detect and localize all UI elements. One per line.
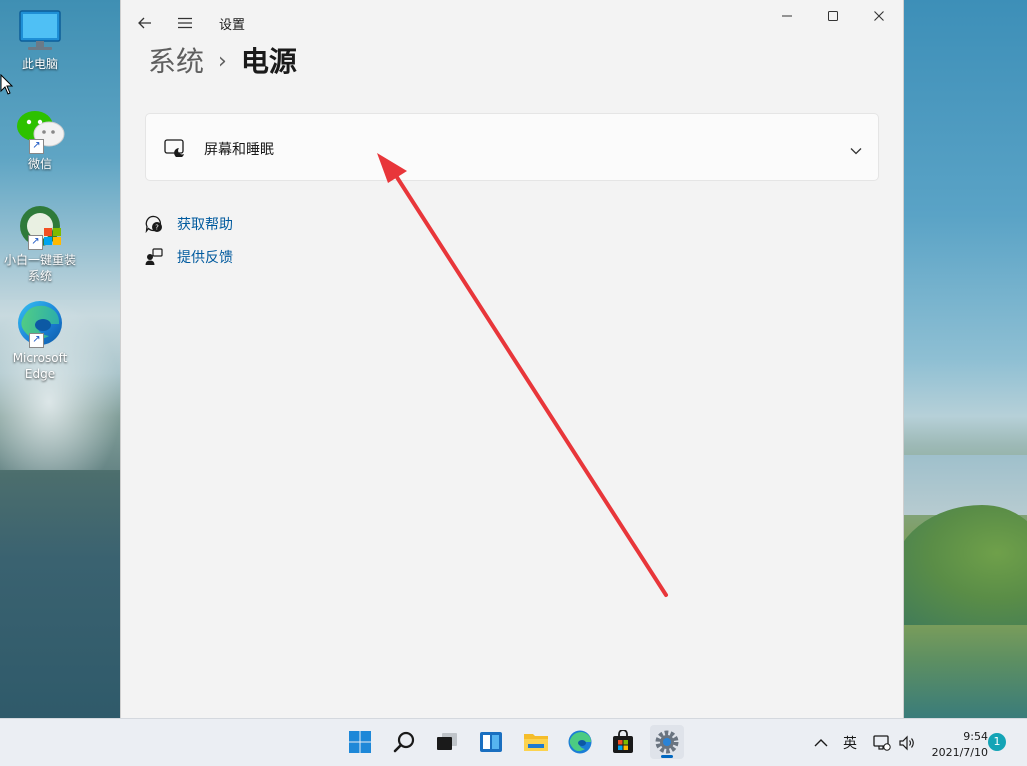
close-button[interactable] — [856, 0, 902, 32]
xiaobai-installer-icon: ↗ — [16, 204, 64, 250]
maximize-button[interactable] — [810, 0, 856, 32]
shortcut-arrow-icon: ↗ — [28, 235, 43, 250]
notification-badge[interactable]: 1 — [988, 733, 1006, 751]
widgets-icon — [480, 732, 502, 752]
get-help-link[interactable]: 获取帮助 — [177, 214, 233, 234]
taskbar: 英 9:54 2021/7/10 — [0, 718, 1027, 766]
clock-time: 9:54 — [963, 730, 988, 743]
settings-taskbar-button[interactable] — [650, 725, 684, 759]
feedback-link[interactable]: 提供反馈 — [177, 247, 233, 267]
desktop-icon-wechat[interactable]: ↗ 微信 — [0, 106, 80, 172]
store-button[interactable] — [606, 725, 640, 759]
back-arrow-icon — [138, 17, 151, 29]
widgets-button[interactable] — [474, 725, 508, 759]
hamburger-menu-icon — [178, 17, 192, 29]
maximize-icon — [828, 11, 838, 21]
shortcut-arrow-icon: ↗ — [29, 333, 44, 348]
mouse-cursor-icon — [0, 73, 14, 100]
breadcrumb-parent-link[interactable]: 系统 — [148, 45, 204, 78]
wechat-icon: ↗ — [15, 106, 65, 154]
volume-button[interactable] — [899, 719, 917, 766]
network-button[interactable] — [873, 719, 893, 766]
svg-text:?: ? — [155, 224, 159, 232]
edge-icon: ↗ — [15, 298, 65, 348]
desktop-icon-label-line2: Edge — [24, 367, 56, 381]
search-icon — [393, 731, 415, 753]
feedback-link-row[interactable]: 提供反馈 — [145, 246, 233, 268]
close-icon — [874, 11, 884, 21]
minimize-button[interactable] — [764, 0, 810, 32]
start-button[interactable] — [343, 725, 377, 759]
clock[interactable]: 9:54 2021/7/10 — [924, 729, 988, 761]
file-explorer-icon — [524, 734, 548, 751]
help-chat-icon: ? — [145, 215, 162, 233]
search-button[interactable] — [387, 725, 421, 759]
task-view-icon — [437, 733, 457, 750]
minimize-icon — [782, 15, 792, 17]
network-icon — [873, 734, 891, 751]
input-method-indicator[interactable]: 英 — [843, 719, 857, 766]
file-explorer-button[interactable] — [519, 725, 553, 759]
screen-sleep-icon — [164, 139, 186, 161]
card-label: 屏幕和睡眠 — [204, 142, 274, 158]
desktop-icon-label-line1: Microsoft — [12, 351, 68, 365]
store-icon — [613, 730, 633, 753]
ime-label: 英 — [843, 735, 857, 752]
settings-icon — [655, 730, 679, 754]
shortcut-arrow-icon: ↗ — [29, 139, 44, 154]
volume-icon — [899, 735, 914, 750]
page-title: 电源 — [240, 45, 297, 78]
chevron-up-icon — [814, 738, 828, 746]
breadcrumb: 系统 › 电源 — [148, 42, 297, 85]
settings-window: 设置 系统 › 电源 屏幕和睡眠 ? 获取帮助 提供反馈 — [120, 0, 904, 718]
feedback-icon — [145, 248, 163, 265]
desktop-icon-label: 微信 — [27, 157, 52, 171]
window-title: 设置 — [219, 18, 246, 33]
desktop-icon-edge[interactable]: ↗ Microsoft Edge — [0, 298, 80, 382]
desktop-icon-label-line2: 系统 — [27, 269, 52, 283]
back-button[interactable] — [133, 9, 157, 37]
title-bar[interactable]: 设置 — [121, 0, 903, 40]
edge-icon — [568, 730, 592, 754]
chevron-down-icon[interactable] — [850, 140, 862, 159]
tray-overflow-button[interactable] — [814, 719, 832, 766]
clock-date: 2021/7/10 — [931, 746, 988, 759]
nav-menu-button[interactable] — [171, 9, 199, 37]
get-help-link-row[interactable]: ? 获取帮助 — [145, 213, 233, 235]
edge-taskbar-button[interactable] — [563, 725, 597, 759]
computer-icon — [18, 8, 62, 54]
desktop-icon-label: 此电脑 — [21, 57, 58, 71]
breadcrumb-separator: › — [218, 49, 227, 74]
task-view-button[interactable] — [430, 725, 464, 759]
desktop-icon-this-pc[interactable]: 此电脑 — [0, 8, 80, 72]
desktop-icon-label-line1: 小白一键重装 — [3, 253, 76, 267]
desktop-icon-xiaobai[interactable]: ↗ 小白一键重装 系统 — [0, 204, 80, 284]
start-icon — [349, 731, 371, 753]
screen-and-sleep-card[interactable]: 屏幕和睡眠 — [145, 113, 879, 181]
